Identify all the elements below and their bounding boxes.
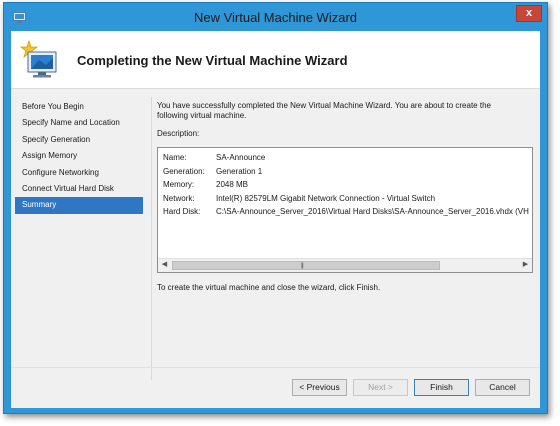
description-key: Name: (163, 153, 187, 162)
description-row: Hard Disk: C:\SA-Announce_Server_2016\Vir… (163, 205, 529, 219)
wizard-client-area: Completing the New Virtual Machine Wizar… (11, 31, 540, 408)
scroll-right-icon[interactable]: ▶ (519, 259, 532, 271)
description-list: Name: SA-Announce Generation: Generation 1… (163, 151, 529, 219)
description-key: Generation: (163, 166, 205, 176)
finish-instruction: To create the virtual machine and close … (157, 283, 381, 292)
grip-icon: ||| (301, 263, 304, 269)
nav-item-before-you-begin[interactable]: Before You Begin (15, 99, 143, 115)
close-icon: x (525, 7, 533, 19)
next-button[interactable]: Next > (353, 379, 408, 396)
nav-item-assign-memory[interactable]: Assign Memory (15, 148, 143, 164)
nav-divider (151, 97, 152, 380)
description-row: Memory: 2048 MB (163, 178, 529, 192)
intro-text: You have successfully completed the New … (157, 101, 491, 120)
previous-button[interactable]: < Previous (292, 379, 347, 396)
scroll-left-icon[interactable]: ◀ (158, 259, 171, 271)
cancel-button[interactable]: Cancel (475, 379, 530, 396)
description-key: Hard Disk: (163, 207, 201, 217)
description-key: Network: (163, 193, 195, 203)
description-box[interactable]: Name: SA-Announce Generation: Generation 1… (157, 147, 533, 273)
description-label: Description: (157, 129, 200, 138)
scrollbar-thumb[interactable]: ||| (172, 261, 440, 270)
summary-panel: You have successfully completed the New … (157, 99, 533, 292)
page-title: Completing the New Virtual Machine Wizar… (77, 53, 348, 68)
title-bar[interactable]: New Virtual Machine Wizard x (4, 3, 547, 33)
footer-divider (11, 367, 540, 368)
description-value: C:\SA-Announce_Server_2016\Virtual Hard … (216, 207, 529, 217)
finish-button[interactable]: Finish (414, 379, 469, 396)
description-value: 2048 MB (216, 180, 249, 190)
nav-item-specify-generation[interactable]: Specify Generation (15, 132, 143, 148)
nav-item-summary[interactable]: Summary (15, 197, 143, 214)
wizard-window: New Virtual Machine Wizard x Completing … (3, 2, 548, 414)
window-title: New Virtual Machine Wizard (193, 10, 358, 25)
nav-item-connect-virtual-hard-disk[interactable]: Connect Virtual Hard Disk (15, 181, 143, 197)
description-value: Intel(R) 82579LM Gigabit Network Connect… (216, 193, 436, 203)
description-key: Memory: (163, 180, 195, 190)
wizard-step-nav: Before You Begin Specify Name and Locati… (15, 99, 143, 214)
description-row: Network: Intel(R) 82579LM Gigabit Network… (163, 192, 529, 206)
close-button[interactable]: x (516, 5, 542, 22)
nav-item-specify-name-and-location[interactable]: Specify Name and Location (15, 115, 143, 131)
new-vm-wizard-icon (19, 39, 57, 78)
horizontal-scrollbar[interactable]: ◀ ||| ▶ (158, 258, 532, 272)
description-value: SA-Announce (216, 153, 266, 162)
description-row: Name: SA-Announce (163, 151, 529, 165)
nav-item-configure-networking[interactable]: Configure Networking (15, 165, 143, 181)
wizard-header: Completing the New Virtual Machine Wizar… (11, 31, 540, 89)
description-row: Generation: Generation 1 (163, 165, 529, 179)
description-value: Generation 1 (216, 166, 263, 176)
